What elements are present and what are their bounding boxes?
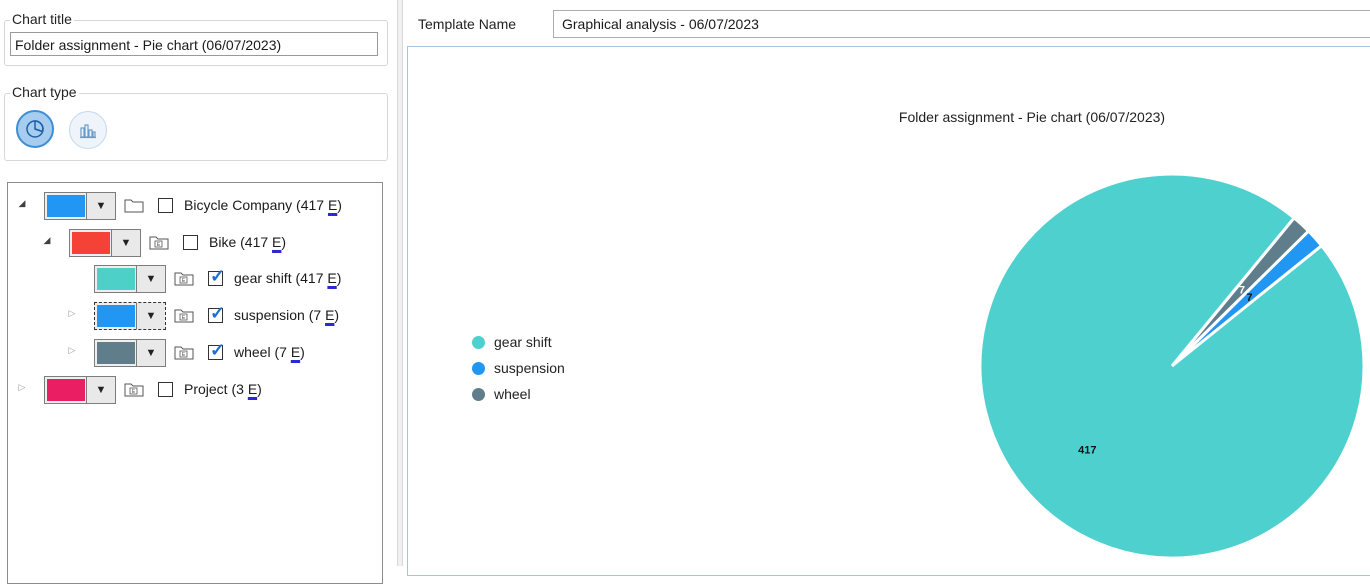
tree-item-close-paren: ) [337,197,342,213]
checkmark-icon: ✓ [210,340,226,360]
tree-item-label: Bicycle Company (417 E) [184,197,342,213]
template-name-label: Template Name [418,16,517,32]
folder-icon [124,199,144,213]
tree-item-close-paren: ) [300,344,305,360]
collapse-arrow-icon[interactable]: ◢ [16,198,28,209]
tree-item-close-paren: ) [257,381,262,397]
tree-item-label: Project (3 E) [184,381,262,397]
entries-link[interactable]: E [328,197,337,213]
color-swatch [97,305,135,327]
chart-type-label: Chart type [10,84,79,100]
tree-item-checkbox[interactable]: ✓ [208,303,225,323]
checkmark-icon: ✓ [210,303,226,323]
tree-item-text: Bike (417 [209,234,273,250]
chevron-down-icon[interactable]: ▼ [136,303,165,329]
color-picker[interactable]: ▼ [44,376,116,404]
legend-label: wheel [494,386,531,402]
chevron-down-icon[interactable]: ▼ [86,377,115,403]
folder-e-icon: E [174,309,194,323]
tree-item-text: Bicycle Company (417 [184,197,328,213]
color-picker[interactable]: ▼ [94,265,166,293]
entries-link[interactable]: E [291,344,300,360]
tree-item-checkbox[interactable]: ✓ [208,266,225,286]
legend-label: suspension [494,360,565,376]
chevron-down-icon[interactable]: ▼ [136,266,165,292]
tree-item[interactable]: ▷ ▼ E Project (3 E) [8,374,374,404]
chevron-down-icon[interactable]: ▼ [111,230,140,256]
pie-chart-type-button[interactable] [16,110,54,148]
tree-item-text: gear shift (417 [234,270,328,286]
color-picker[interactable]: ▼ [44,192,116,220]
color-picker[interactable]: ▼ [94,339,166,367]
entries-link[interactable]: E [248,381,257,397]
folder-e-icon: E [174,272,194,286]
bar-chart-type-button[interactable] [69,111,107,149]
tree-item-label: Bike (417 E) [209,234,286,250]
folder-tree[interactable]: ◢ ▼ Bicycle Company (417 E) ◢ ▼ E Bike (417 E)… [7,182,383,584]
checkmark-icon: ✓ [210,266,226,286]
entries-link[interactable]: E [272,234,281,250]
tree-item-text: suspension (7 [234,307,326,323]
legend-dot-icon [472,335,485,349]
legend-item[interactable]: suspension [472,360,565,376]
chart-title-input[interactable]: Folder assignment - Pie chart (06/07/202… [10,32,378,56]
panel-splitter[interactable] [397,0,403,566]
template-name-input[interactable]: Graphical analysis - 06/07/2023 [553,10,1370,38]
tree-item-checkbox[interactable] [158,382,173,397]
chart-title-label: Chart title [10,11,74,27]
expand-arrow-icon[interactable]: ▷ [16,382,28,393]
tree-item-close-paren: ) [336,270,342,286]
legend-item[interactable]: gear shift [472,334,552,350]
tree-item-checkbox[interactable]: ✓ [208,340,225,360]
legend-dot-icon [472,387,485,401]
entries-link[interactable]: E [325,307,334,323]
tree-item-text: wheel (7 [234,344,291,360]
tree-item[interactable]: ◢ ▼ E Bike (417 E) [33,227,374,257]
tree-item-close-paren: ) [281,234,287,250]
pie-data-label: 7 [1246,292,1252,304]
color-swatch [72,232,110,254]
tree-item-label: gear shift (417 E) [234,270,341,286]
tree-item[interactable]: ▷ ▼ E ✓ suspension (7 E) [58,300,374,330]
folder-e-icon: E [174,346,194,360]
color-swatch [47,195,85,217]
folder-e-icon: E [124,383,144,397]
color-picker[interactable]: ▼ [94,302,166,330]
pie-chart-icon [26,120,44,138]
legend-label: gear shift [494,334,552,350]
color-swatch [47,379,85,401]
chevron-down-icon[interactable]: ▼ [86,193,115,219]
tree-item-checkbox[interactable] [183,235,198,250]
tree-item[interactable]: ◢ ▼ Bicycle Company (417 E) [8,190,374,220]
tree-item-text: Project (3 [184,381,248,397]
tree-item-label: suspension (7 E) [234,307,339,323]
pie-data-label: 7 [1239,284,1245,296]
tree-item-checkbox[interactable] [158,198,173,213]
entries-link[interactable]: E [327,270,336,286]
legend-item[interactable]: wheel [472,386,531,402]
bar-chart-icon [80,124,96,139]
chart-title: Folder assignment - Pie chart (06/07/202… [899,109,1165,125]
color-picker[interactable]: ▼ [69,229,141,257]
tree-item[interactable]: ▷ ▼ E ✓ wheel (7 E) [58,337,374,367]
pie-chart: Folder assignment - Pie chart (06/07/202… [899,109,1366,560]
chevron-down-icon[interactable]: ▼ [136,340,165,366]
color-swatch [97,268,135,290]
tree-item[interactable]: ▼ E ✓ gear shift (417 E) [58,263,374,293]
folder-e-icon: E [149,236,169,250]
legend-dot-icon [472,361,485,375]
tree-item-label: wheel (7 E) [234,344,305,360]
chart-type-group [4,93,388,161]
tree-item-close-paren: ) [334,307,340,323]
color-swatch [97,342,135,364]
collapse-arrow-icon[interactable]: ◢ [41,235,53,246]
pie-data-label: 417 [1078,445,1096,457]
expand-arrow-icon[interactable]: ▷ [66,345,78,356]
expand-arrow-icon[interactable]: ▷ [66,308,78,319]
